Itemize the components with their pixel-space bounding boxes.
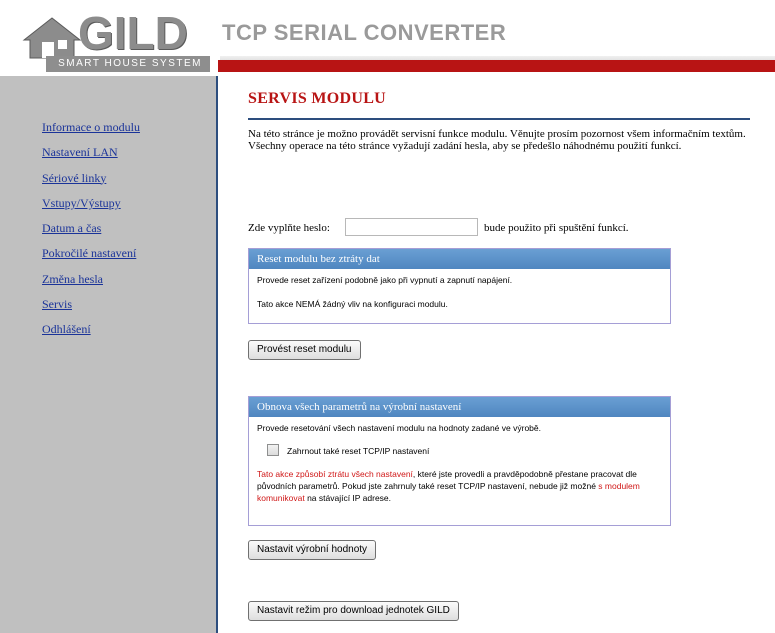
intro-paragraph-1: Na této stránce je možno provádět servis… (248, 128, 746, 140)
sidebar-link-odhlaseni[interactable]: Odhlášení (42, 322, 91, 336)
app-title: TCP SERIAL CONVERTER (222, 20, 507, 45)
password-input[interactable] (345, 218, 478, 236)
intro-paragraph-2: Všechny operace na této stránce vyžadují… (248, 140, 682, 152)
reset-panel: Reset modulu bez ztráty dat Provede rese… (248, 248, 671, 324)
house-icon (22, 17, 82, 59)
title-divider (248, 118, 750, 120)
sidebar-menu: Informace o modulu Nastavení LAN Sériové… (42, 118, 140, 346)
sidebar-item-seriove-linky: Sériové linky (42, 169, 140, 194)
sidebar-item-pokrocile: Pokročilé nastavení (42, 244, 140, 269)
sidebar-item-servis: Servis (42, 295, 140, 320)
sidebar-item-zmena-hesla: Změna hesla (42, 270, 140, 295)
sidebar-link-lan[interactable]: Nastavení LAN (42, 145, 118, 159)
sidebar-item-lan: Nastavení LAN (42, 143, 140, 168)
logo-subtitle: SMART HOUSE SYSTEM (46, 56, 210, 72)
tcpip-reset-checkbox[interactable] (267, 444, 279, 456)
header: GILD SMART HOUSE SYSTEM TCP SERIAL CONVE… (0, 0, 775, 72)
download-mode-button[interactable]: Nastavit režim pro download jednotek GIL… (248, 601, 459, 621)
reset-panel-line1: Provede reset zařízení podobně jako při … (257, 275, 513, 285)
factory-reset-panel: Obnova všech parametrů na výrobní nastav… (248, 396, 671, 526)
intro-text: Na této stránce je možno provádět servis… (248, 128, 758, 152)
gild-logo: GILD SMART HOUSE SYSTEM (22, 7, 210, 72)
header-red-bar (218, 60, 775, 72)
sidebar-item-datum: Datum a čas (42, 219, 140, 244)
factory-panel-title: Obnova všech parametrů na výrobní nastav… (249, 397, 670, 417)
sidebar-link-datum[interactable]: Datum a čas (42, 221, 101, 235)
logo-text: GILD (78, 7, 188, 59)
sidebar-link-vstupy[interactable]: Vstupy/Výstupy (42, 196, 121, 210)
tcpip-reset-option: Zahrnout také reset TCP/IP nastavení (267, 444, 662, 458)
page-title: SERVIS MODULU (248, 90, 387, 107)
tcpip-reset-label: Zahrnout také reset TCP/IP nastavení (287, 446, 430, 456)
page: GILD SMART HOUSE SYSTEM TCP SERIAL CONVE… (0, 0, 775, 633)
factory-warning-text: Tato akce způsobí ztrátu všech nastavení… (257, 468, 662, 504)
factory-panel-line1: Provede resetování všech nastavení modul… (257, 423, 541, 433)
password-hint: bude použito při spuštění funkcí. (484, 222, 629, 234)
reset-panel-line2: Tato akce NEMÁ žádný vliv na konfiguraci… (257, 299, 448, 309)
factory-defaults-button[interactable]: Nastavit výrobní hodnoty (248, 540, 377, 560)
warning-red-1: Tato akce způsobí ztrátu všech nastavení (257, 469, 413, 479)
sidebar-link-zmena-hesla[interactable]: Změna hesla (42, 272, 103, 286)
factory-panel-body: Provede resetování všech nastavení modul… (249, 417, 670, 509)
sidebar-item-vstupy: Vstupy/Výstupy (42, 194, 140, 219)
sidebar-item-odhlaseni: Odhlášení (42, 320, 140, 345)
password-label: Zde vyplňte heslo: (248, 222, 330, 234)
sidebar-link-pokrocile[interactable]: Pokročilé nastavení (42, 246, 136, 260)
sidebar-link-servis[interactable]: Servis (42, 297, 72, 311)
reset-panel-title: Reset modulu bez ztráty dat (249, 249, 670, 269)
reset-panel-body: Provede reset zařízení podobně jako při … (249, 269, 670, 315)
sidebar: Informace o modulu Nastavení LAN Sériové… (0, 76, 218, 633)
sidebar-link-seriove-linky[interactable]: Sériové linky (42, 171, 106, 185)
sidebar-link-informace[interactable]: Informace o modulu (42, 120, 140, 134)
sidebar-item-informace: Informace o modulu (42, 118, 140, 143)
warning-text-2: na stávající IP adrese. (304, 493, 392, 503)
reset-module-button[interactable]: Provést reset modulu (248, 340, 361, 360)
